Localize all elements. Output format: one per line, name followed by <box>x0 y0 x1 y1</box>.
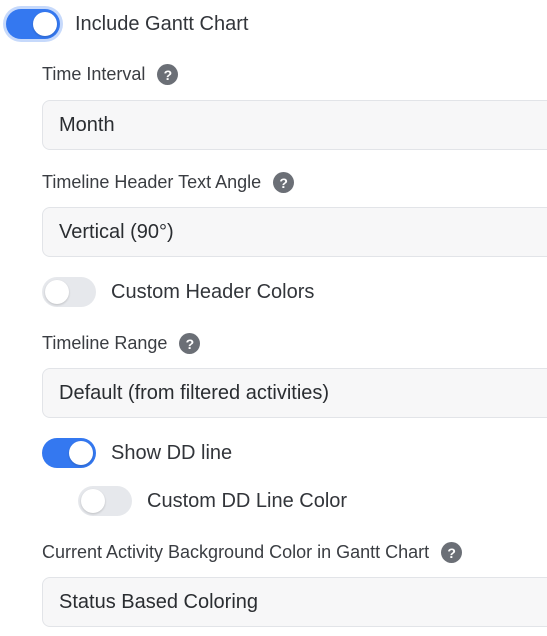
include-gantt-row: Include Gantt Chart <box>6 9 248 39</box>
header-text-angle-label-row: Timeline Header Text Angle ? <box>42 172 295 193</box>
timeline-range-value: Default (from filtered activities) <box>59 381 330 404</box>
show-dd-line-toggle[interactable] <box>42 438 96 468</box>
help-icon[interactable]: ? <box>157 64 179 85</box>
time-interval-label-row: Time Interval ? <box>42 64 179 85</box>
time-interval-value: Month <box>59 113 115 136</box>
toggle-knob <box>33 12 57 36</box>
timeline-range-select[interactable]: Default (from filtered activities) <box>42 368 547 418</box>
custom-header-colors-row: Custom Header Colors <box>42 277 314 307</box>
current-activity-bg-label-row: Current Activity Background Color in Gan… <box>42 542 463 563</box>
toggle-knob <box>45 280 69 304</box>
include-gantt-toggle[interactable] <box>6 9 60 39</box>
time-interval-select[interactable]: Month <box>42 100 547 150</box>
header-text-angle-value: Vertical (90°) <box>59 220 174 243</box>
custom-dd-line-color-toggle[interactable] <box>78 486 132 516</box>
help-icon[interactable]: ? <box>179 333 201 354</box>
timeline-range-label: Timeline Range <box>42 333 168 353</box>
help-icon[interactable]: ? <box>441 542 463 563</box>
current-activity-bg-label: Current Activity Background Color in Gan… <box>42 542 430 562</box>
show-dd-line-row: Show DD line <box>42 438 232 468</box>
gantt-settings-panel: Include Gantt Chart Time Interval ? Mont… <box>0 0 547 636</box>
time-interval-label: Time Interval <box>42 64 146 84</box>
include-gantt-label: Include Gantt Chart <box>75 12 249 35</box>
custom-header-colors-toggle[interactable] <box>42 277 96 307</box>
help-icon[interactable]: ? <box>273 172 295 193</box>
header-text-angle-select[interactable]: Vertical (90°) <box>42 207 547 257</box>
custom-header-colors-label: Custom Header Colors <box>111 280 315 303</box>
toggle-knob <box>81 489 105 513</box>
custom-dd-line-color-row: Custom DD Line Color <box>78 486 347 516</box>
show-dd-line-label: Show DD line <box>111 441 233 464</box>
toggle-knob <box>69 441 93 465</box>
custom-dd-line-color-label: Custom DD Line Color <box>147 489 348 512</box>
current-activity-bg-select[interactable]: Status Based Coloring <box>42 577 547 627</box>
header-text-angle-label: Timeline Header Text Angle <box>42 172 262 192</box>
current-activity-bg-value: Status Based Coloring <box>59 590 259 613</box>
timeline-range-label-row: Timeline Range ? <box>42 333 201 354</box>
